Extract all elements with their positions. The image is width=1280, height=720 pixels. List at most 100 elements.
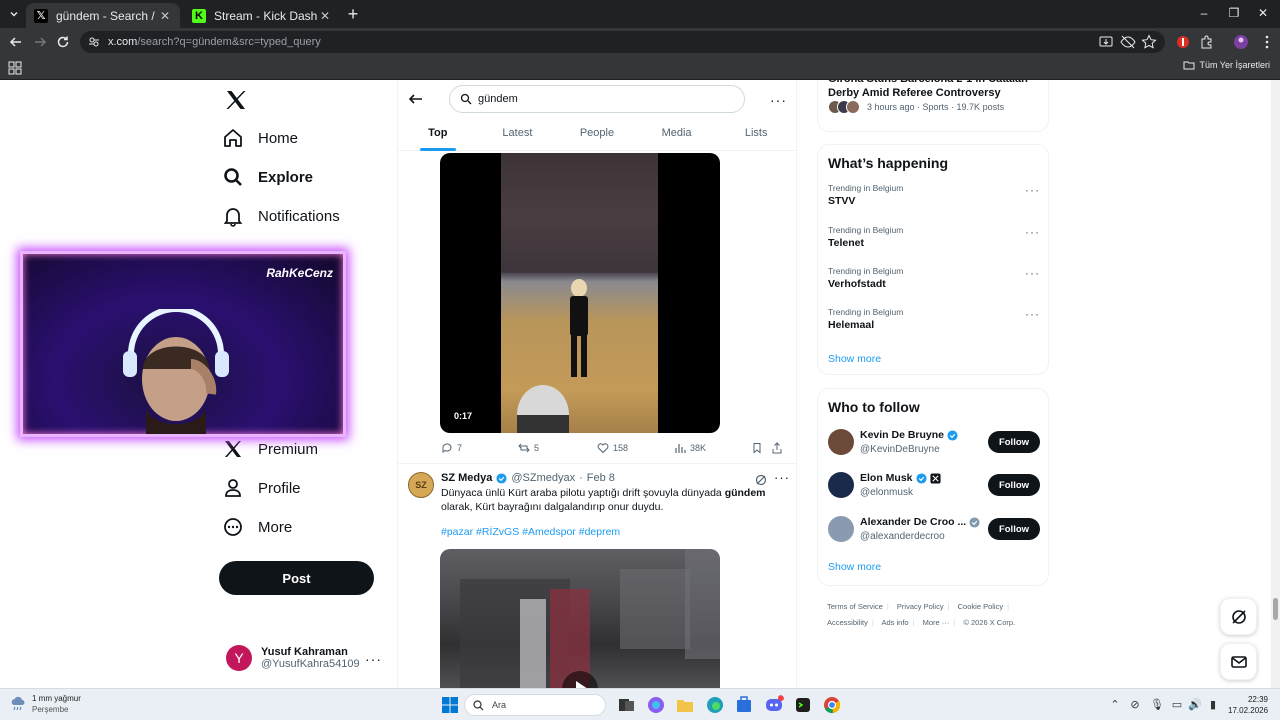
tweet-video[interactable]: 0:17 [440,153,720,433]
minimize-icon[interactable]: – [1196,6,1212,20]
tweet-author-handle[interactable]: @SZmedyax [511,472,575,484]
avatar[interactable]: SZ [408,472,434,498]
task-view-icon[interactable] [616,695,636,715]
nav-profile[interactable]: Profile [222,473,301,503]
close-tab-icon[interactable]: ✕ [158,9,172,23]
nav-notifications[interactable]: Notifications [222,201,340,231]
follow-button[interactable]: Follow [988,518,1040,540]
trend-more-icon[interactable]: ··· [1025,266,1040,280]
tab-top[interactable]: Top [398,116,478,151]
avatar[interactable] [828,472,854,498]
top-story-card[interactable]: Girona Stuns Barcelona 2-1 in Catalan De… [817,80,1049,132]
trend-item[interactable]: Trending in Belgium Telenet ··· [828,225,1040,263]
edge-icon[interactable] [705,695,725,715]
tray-display-icon[interactable]: ▭ [1170,698,1184,712]
copilot-icon[interactable] [646,695,666,715]
forward-icon[interactable] [32,34,48,50]
x-logo-icon[interactable] [224,88,248,112]
follow-button[interactable]: Follow [988,431,1040,453]
extension-red-icon[interactable] [1175,34,1191,50]
close-tab-icon[interactable]: ✕ [318,9,332,23]
tab-lists[interactable]: Lists [716,116,796,150]
scrollbar-thumb[interactable] [1273,598,1278,620]
trends-show-more-link[interactable]: Show more [828,353,881,365]
tweet-hashtags[interactable]: #pazar #RİZvGS #Amedspor #deprem [441,526,620,538]
nav-explore[interactable]: Explore [222,162,313,192]
omnibox[interactable]: x.com/search?q=gündem&src=typed_query [80,31,1165,53]
grok-float-button[interactable] [1220,598,1257,635]
follow-suggestion[interactable]: Alexander De Croo ... @alexanderdecroo F… [828,513,1040,547]
footer-more-link[interactable]: More ··· [923,618,950,627]
nav-more[interactable]: More [222,512,292,542]
browser-menu-icon[interactable] [1259,34,1275,50]
footer-ads-link[interactable]: Ads info [881,618,908,627]
bookmark-star-icon[interactable] [1141,34,1157,50]
account-more-icon[interactable]: ··· [365,651,382,667]
tweet-video[interactable] [440,549,720,688]
footer-cookie-link[interactable]: Cookie Policy [958,602,1003,611]
site-info-icon[interactable] [88,36,100,48]
taskbar-clock[interactable]: 22:39 17.02.2026 [1228,694,1268,716]
browser-tab-kick[interactable]: K Stream - Kick Dashboard ✕ [184,3,340,28]
tray-volume-icon[interactable]: 🔊 [1188,698,1202,712]
post-button[interactable]: Post [219,561,374,595]
footer-terms-link[interactable]: Terms of Service [827,602,883,611]
reload-icon[interactable] [55,34,71,50]
tray-overflow-icon[interactable]: ⌃ [1108,698,1122,712]
avatar[interactable] [828,429,854,455]
follow-show-more-link[interactable]: Show more [828,561,881,573]
tray-network-off-icon[interactable]: ⊘ [1128,698,1142,712]
tweet-more-icon[interactable]: ··· [774,470,790,485]
store-icon[interactable] [734,695,754,715]
hide-eye-icon[interactable] [1120,34,1136,50]
play-button[interactable] [562,671,598,688]
views-button[interactable]: 38K [674,442,706,454]
follow-suggestion[interactable]: Elon Musk @elonmusk Follow [828,469,1040,503]
new-tab-icon[interactable]: + [344,5,362,23]
follow-suggestion[interactable]: Kevin De Bruyne @KevinDeBruyne Follow [828,426,1040,460]
trend-more-icon[interactable]: ··· [1025,183,1040,197]
trend-more-icon[interactable]: ··· [1025,307,1040,321]
trend-item[interactable]: Trending in Belgium STVV ··· [828,183,1040,221]
tab-search-menu-icon[interactable] [4,4,24,24]
account-switcher[interactable]: Y Yusuf Kahraman @YusufKahra54109 ··· [226,641,386,675]
weather-widget[interactable]: 1 mm yağmur Perşembe [10,693,81,715]
share-icon[interactable] [771,442,783,454]
trend-more-icon[interactable]: ··· [1025,225,1040,239]
trend-item[interactable]: Trending in Belgium Helemaal ··· [828,307,1040,345]
profile-avatar-icon[interactable] [1233,34,1249,50]
footer-privacy-link[interactable]: Privacy Policy [897,602,944,611]
all-bookmarks-button[interactable]: Tüm Yer İşaretleri [1183,60,1270,70]
bookmark-icon[interactable] [751,442,763,454]
search-input[interactable]: gündem [449,85,745,113]
tweet-date[interactable]: Feb 8 [587,472,615,484]
story-headline[interactable]: Girona Stuns Barcelona 2-1 in Catalan De… [828,80,1048,100]
repost-button[interactable]: 5 [518,442,539,454]
page-scrollbar[interactable] [1271,80,1280,688]
install-app-icon[interactable] [1098,34,1114,50]
trend-item[interactable]: Trending in Belgium Verhofstadt ··· [828,266,1040,304]
window-close-icon[interactable]: ✕ [1255,6,1271,20]
apps-grid-icon[interactable] [8,61,22,75]
discord-icon[interactable] [764,695,784,715]
search-options-icon[interactable]: ··· [770,92,787,108]
tray-battery-icon[interactable]: ▮ [1206,698,1220,712]
tab-latest[interactable]: Latest [478,116,558,150]
tab-media[interactable]: Media [637,116,717,150]
like-button[interactable]: 158 [597,442,628,454]
reply-button[interactable]: 7 [441,442,462,454]
tray-mic-icon[interactable]: 🎙 [1150,698,1164,712]
file-explorer-icon[interactable] [675,695,695,715]
avatar[interactable] [828,516,854,542]
follow-button[interactable]: Follow [988,474,1040,496]
taskbar-search[interactable]: Ara [464,694,606,716]
browser-tab-x-search[interactable]: 𝕏 gündem - Search / X ✕ [26,3,180,28]
footer-accessibility-link[interactable]: Accessibility [827,618,868,627]
chrome-icon[interactable] [822,695,842,715]
back-icon[interactable] [8,34,24,50]
terminal-app-icon[interactable] [793,695,813,715]
windows-start-icon[interactable] [440,695,460,715]
back-arrow-icon[interactable] [408,91,424,107]
nav-home[interactable]: Home [222,123,298,153]
restore-icon[interactable]: ❐ [1226,6,1242,20]
